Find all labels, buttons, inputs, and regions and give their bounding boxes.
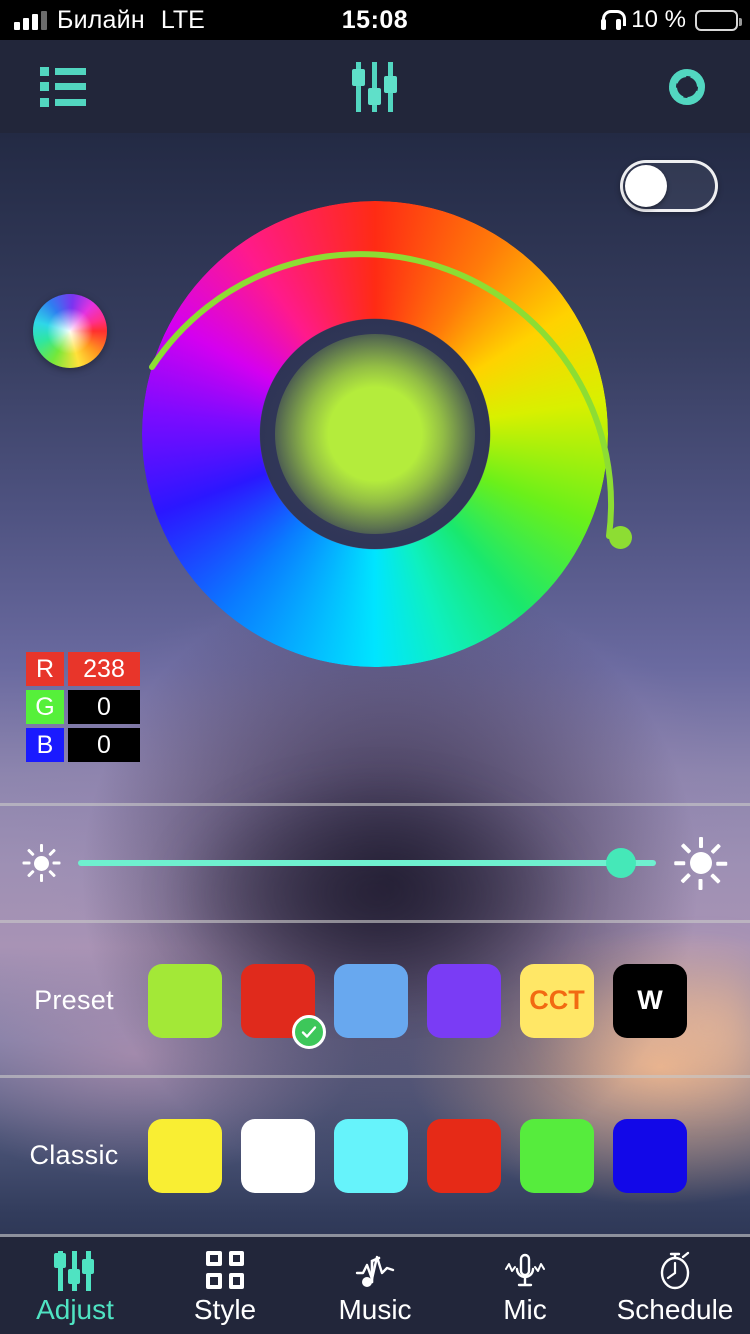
tab-adjust[interactable]: Adjust (0, 1237, 150, 1334)
rgb-row-green: G 0 (26, 690, 140, 724)
preset-white[interactable]: W (613, 963, 687, 1038)
preset-swatch-list: CCT W (148, 963, 750, 1049)
rgb-channel-label: B (26, 728, 64, 762)
tab-label: Style (193, 1293, 257, 1325)
status-bar-clock: 15:08 (341, 5, 409, 34)
rgb-channel-label: G (26, 690, 64, 724)
grid-icon (206, 1248, 244, 1292)
preset-green[interactable] (148, 963, 222, 1038)
classic-row: Classic (0, 1078, 750, 1233)
brightness-slider-knob[interactable] (606, 848, 637, 878)
preset-purple[interactable] (427, 963, 501, 1038)
preset-row: Preset CCT W (0, 923, 750, 1078)
status-bar: Билайн LTE 15:08 10 % (0, 0, 750, 40)
classic-white[interactable] (241, 1118, 315, 1193)
preset-blue[interactable] (334, 963, 408, 1038)
brightness-slider-row (0, 806, 750, 920)
gear-icon (663, 62, 711, 111)
settings-button[interactable] (485, 40, 750, 133)
classic-label: Classic (29, 1140, 119, 1170)
rgb-channel-value: 238 (68, 652, 140, 686)
preset-cct[interactable]: CCT (520, 963, 594, 1038)
tab-label: Music (338, 1293, 412, 1325)
classic-red[interactable] (427, 1118, 501, 1193)
rgb-channel-label: R (26, 652, 64, 686)
headphones-icon (600, 10, 627, 30)
battery-low-icon (695, 9, 742, 31)
music-note-icon (353, 1248, 397, 1292)
brightness-arc-knob[interactable] (609, 526, 632, 549)
tab-label: Adjust (36, 1293, 114, 1325)
classic-green[interactable] (520, 1118, 594, 1193)
rgb-channel-value: 0 (68, 728, 140, 762)
tab-style[interactable]: Style (150, 1237, 300, 1334)
power-toggle[interactable] (620, 160, 718, 212)
rgb-channel-value: 0 (68, 690, 140, 724)
classic-yellow[interactable] (148, 1118, 222, 1193)
check-icon (292, 1014, 326, 1049)
equalizer-icon (54, 1248, 96, 1292)
bottom-tab-bar: Adjust Style Music Mic Schedule (0, 1237, 750, 1334)
power-toggle-knob (625, 165, 667, 207)
rgb-row-red: R 238 (26, 652, 140, 686)
swatch-label: CCT (529, 985, 585, 1015)
rgb-row-blue: B 0 (26, 728, 140, 762)
tab-label: Mic (503, 1293, 547, 1325)
classic-swatch-list (148, 1118, 750, 1193)
classic-blue[interactable] (613, 1118, 687, 1193)
sun-large-icon (670, 832, 732, 894)
color-picker-stage: R 238 G 0 B 0 (0, 133, 750, 803)
preset-label: Preset (34, 985, 114, 1015)
tab-schedule[interactable]: Schedule (600, 1237, 750, 1334)
color-wheel-picker[interactable] (142, 201, 608, 667)
color-wheel-icon[interactable] (33, 294, 107, 368)
list-icon (40, 66, 86, 107)
swatch-label: W (637, 985, 663, 1015)
selected-color-preview (275, 334, 475, 534)
app-root: Билайн LTE 15:08 10 % R 238 G 0 B 0 Pres… (0, 0, 750, 1334)
rgb-readout: R 238 G 0 B 0 (26, 652, 140, 762)
equalizer-icon (350, 61, 398, 112)
tab-mic[interactable]: Mic (450, 1237, 600, 1334)
preset-red[interactable] (241, 963, 326, 1049)
top-navigation-bar (0, 40, 750, 133)
brightness-slider[interactable] (78, 848, 656, 878)
classic-cyan[interactable] (334, 1118, 408, 1193)
tab-label: Schedule (616, 1293, 734, 1325)
adjust-mode-button[interactable] (263, 40, 486, 133)
stopwatch-icon (653, 1248, 697, 1292)
sun-small-icon (18, 840, 64, 886)
microphone-icon (503, 1248, 547, 1292)
device-list-button[interactable] (0, 40, 263, 133)
tab-music[interactable]: Music (300, 1237, 450, 1334)
